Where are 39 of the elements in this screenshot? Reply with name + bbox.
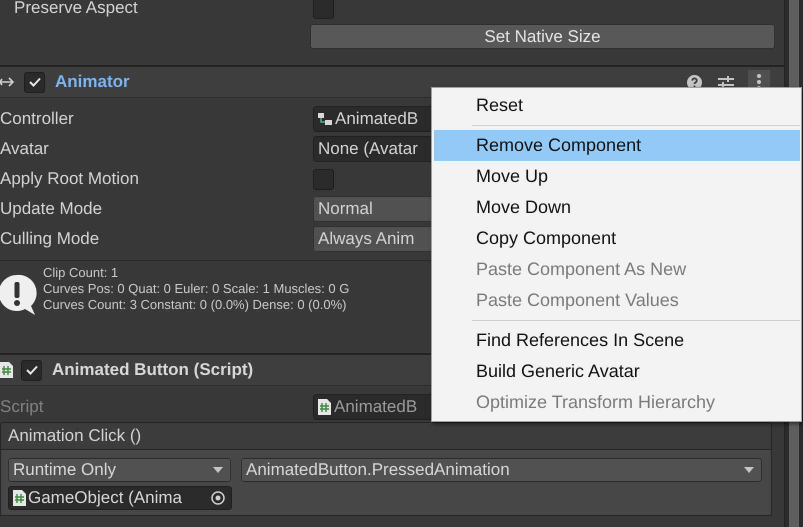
event-header: Animation Click (): [0, 422, 772, 450]
info-text: Clip Count: 1: [43, 265, 120, 281]
menu-item[interactable]: Remove Component: [434, 130, 800, 161]
dropdown[interactable]: Runtime Only: [8, 458, 231, 482]
caret-icon: [743, 466, 755, 474]
field-label: Controller: [0, 109, 75, 129]
menu-item[interactable]: Move Down: [434, 192, 800, 223]
menu-item[interactable]: Build Generic Avatar: [434, 356, 800, 387]
menu-item[interactable]: Copy Component: [434, 223, 800, 254]
menu-item[interactable]: Reset: [434, 90, 800, 121]
dropdown[interactable]: AnimatedButton.PressedAnimation: [241, 458, 762, 482]
target-icon[interactable]: [211, 491, 225, 505]
component-title: Animator: [55, 72, 130, 92]
field-label: Culling Mode: [0, 229, 100, 249]
checkbox[interactable]: [313, 168, 334, 190]
script-file-icon: [0, 362, 13, 378]
checkmark-icon: [28, 77, 40, 87]
presets-icon[interactable]: [718, 75, 734, 89]
field-label: Update Mode: [0, 199, 104, 219]
field-label: Avatar: [0, 139, 50, 159]
script-file-icon: [13, 490, 26, 506]
field-label: Script: [0, 397, 44, 417]
checkbox[interactable]: [24, 72, 45, 92]
field-label: Apply Root Motion: [0, 169, 140, 189]
info-text: Curves Pos: 0 Quat: 0 Euler: 0 Scale: 1 Muscles: 0 G: [43, 281, 350, 297]
checkmark-icon: [26, 365, 38, 375]
menu-item[interactable]: Move Up: [434, 161, 800, 192]
component-title: Animated Button (Script): [52, 360, 254, 380]
animator-icon: [0, 77, 16, 87]
controller-icon: [318, 112, 332, 126]
object-field[interactable]: GameObject (Anima: [8, 486, 232, 510]
menu-item[interactable]: Find References In Scene: [434, 325, 800, 356]
field-label: Preserve Aspect: [13, 0, 139, 18]
info-text: Curves Count: 3 Constant: 0 (0.0%) Dense: 0 (0.0%): [43, 297, 348, 313]
checkbox[interactable]: [313, 0, 334, 18]
script-file-icon: [318, 399, 331, 415]
set-native-size-button[interactable]: Set Native Size: [310, 24, 775, 49]
checkbox[interactable]: [21, 360, 42, 380]
caret-icon: [212, 466, 224, 474]
